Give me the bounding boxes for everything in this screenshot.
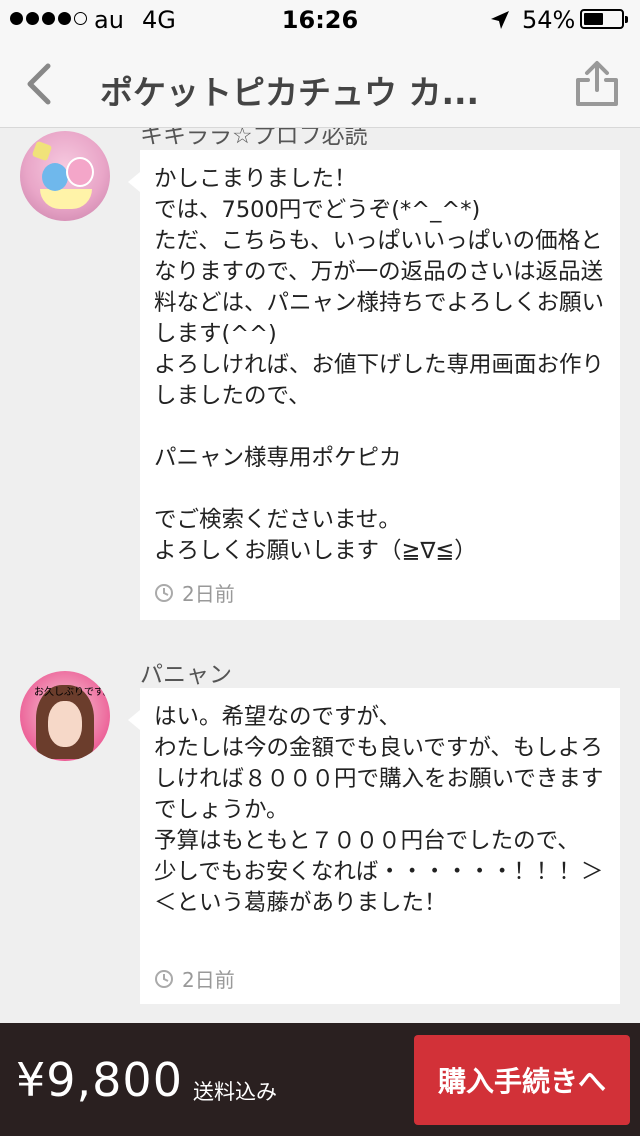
comment-time-label: 2日前	[182, 968, 235, 992]
chevron-left-icon	[27, 63, 51, 105]
shipping-note: 送料込み	[193, 1080, 277, 1104]
back-button[interactable]	[18, 62, 62, 106]
comment-bubble: かしこまりました！ では、7500円でどうぞ(*^_^*) ただ、こちらも、いっ…	[128, 150, 620, 620]
battery-percentage: 54%	[522, 6, 576, 34]
item-price: ¥9,800	[16, 1053, 183, 1107]
avatar[interactable]	[20, 131, 110, 221]
comment-time: 2日前	[154, 578, 235, 607]
clock-icon	[155, 969, 173, 988]
clock-icon	[155, 583, 173, 602]
page-title: ポケットピカチュウ カ...	[100, 73, 480, 112]
comment-author[interactable]: キキララ☆プロフ必読	[140, 128, 368, 150]
battery-icon	[580, 9, 628, 29]
comment-body: はい。希望なのですが、 わたしは今の金額でも良いですが、もしよろしければ８０００…	[154, 704, 604, 916]
comment-list[interactable]: キキララ☆プロフ必読 かしこまりました！ では、7500円でどうぞ(*^_^*)…	[0, 128, 640, 1023]
purchase-bar: ¥9,800 送料込み 購入手続きへ	[0, 1023, 640, 1136]
purchase-button[interactable]: 購入手続きへ	[414, 1035, 630, 1125]
share-icon	[576, 61, 618, 106]
avatar[interactable]: お久しぶりです。	[20, 671, 110, 761]
share-button[interactable]	[574, 60, 620, 108]
status-bar: au 4G 16:26 54%	[0, 0, 640, 40]
comment-time-label: 2日前	[182, 582, 235, 606]
comment-bubble: はい。希望なのですが、 わたしは今の金額でも良いですが、もしよろしければ８０００…	[128, 688, 620, 1004]
avatar-text: お久しぶりです。	[34, 687, 110, 698]
navigation-bar: ポケットピカチュウ カ...	[0, 40, 640, 128]
location-arrow-icon	[491, 11, 509, 29]
comment-author[interactable]: パニャン	[140, 655, 232, 689]
comment-time: 2日前	[154, 964, 235, 993]
comment-body: かしこまりました！ では、7500円でどうぞ(*^_^*) ただ、こちらも、いっ…	[154, 166, 605, 564]
